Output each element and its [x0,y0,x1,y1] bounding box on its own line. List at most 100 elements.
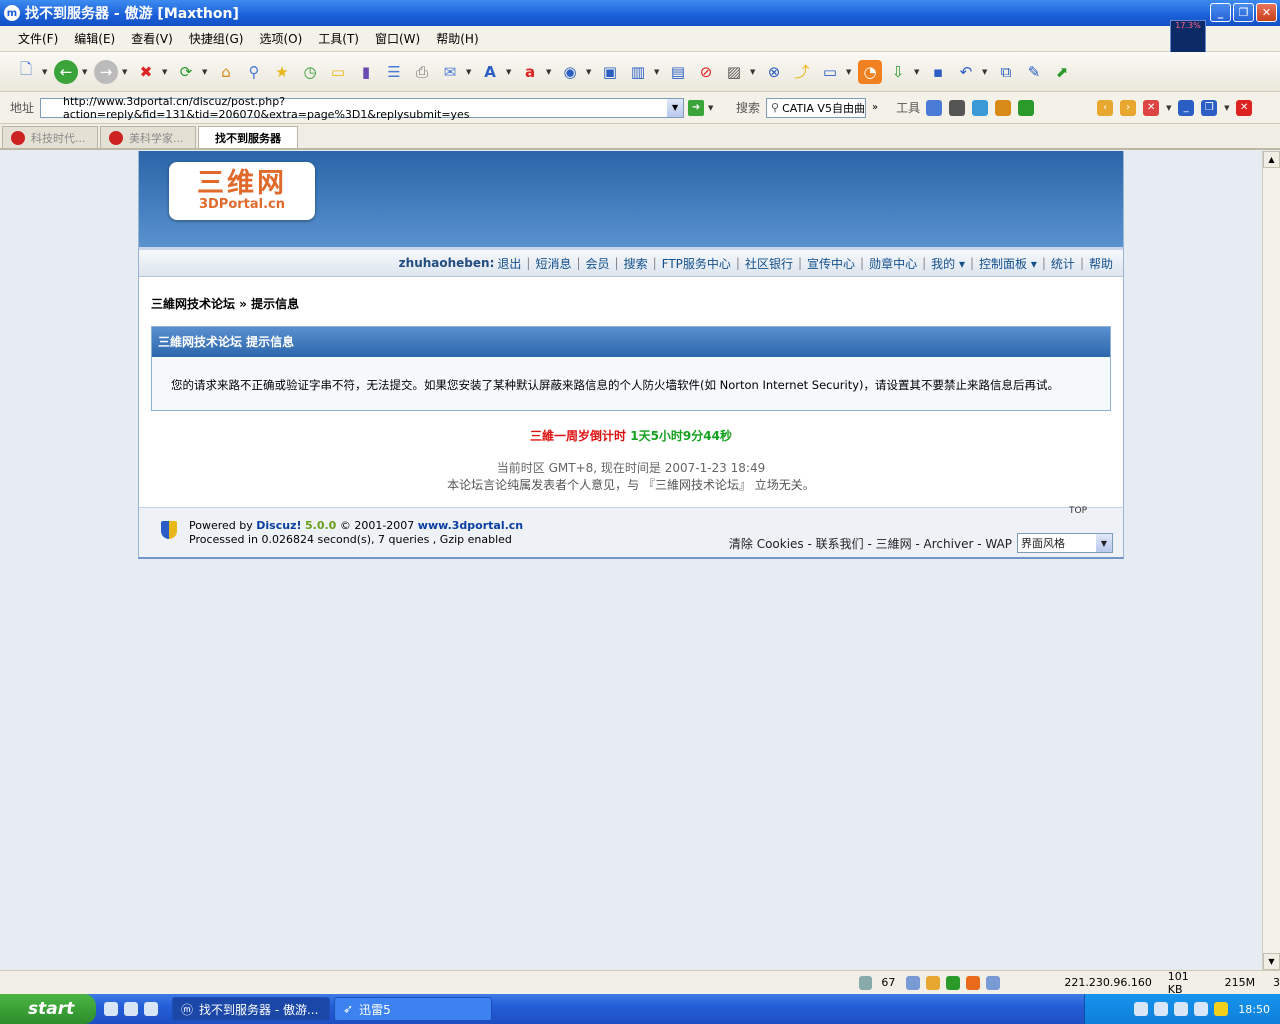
chevron-down-icon[interactable]: ▼ [1166,104,1174,112]
globe-icon[interactable]: ◉ [558,60,582,84]
site-link[interactable]: www.3dportal.cn [418,519,523,532]
copy-icon[interactable]: ⧉ [994,60,1018,84]
prev-tab-icon[interactable]: ‹ [1097,99,1114,116]
maxthon-app-icon[interactable]: m [4,5,20,21]
chevron-down-icon[interactable]: ▼ [506,68,514,76]
edit-icon[interactable]: ✎ [1022,60,1046,84]
menu-window[interactable]: 窗口(W) [367,30,428,47]
menu-file[interactable]: 文件(F) [10,30,66,47]
chevron-down-icon[interactable]: ▼ [122,68,130,76]
nav-members[interactable]: 会员 [586,255,610,272]
new-page-icon[interactable]: 🗋 [14,60,38,84]
chevron-down-icon[interactable]: ▼ [750,68,758,76]
chevron-down-icon[interactable]: ▼ [546,68,554,76]
popup-block-icon[interactable] [926,975,941,990]
volume-icon[interactable] [1194,1002,1209,1016]
nav-control-panel[interactable]: 控制面板 ▾ [979,255,1037,272]
nav-promo[interactable]: 宣传中心 [807,255,855,272]
search-input[interactable]: ⚲ CATIA V5自由曲 [766,97,867,118]
nav-logout[interactable]: 退出 [497,255,521,272]
start-button[interactable]: start [0,994,96,1024]
rss-icon[interactable]: ◔ [858,59,882,84]
menu-groups[interactable]: 快捷组(G) [181,30,252,47]
forward-icon[interactable]: → [94,59,118,84]
home-icon[interactable]: ⌂ [214,60,238,84]
scroll-down-arrow[interactable]: ▼ [1263,953,1280,970]
menu-options[interactable]: 选项(O) [251,30,310,47]
chevron-down-icon[interactable]: ▼ [466,68,474,76]
back-icon[interactable]: ← [54,59,78,84]
nav-stats[interactable]: 统计 [1051,255,1075,272]
minimize-tab-icon[interactable]: _ [1178,99,1195,116]
ie-icon[interactable] [104,1002,118,1016]
settings-icon[interactable] [985,975,1000,990]
font-icon[interactable]: A [478,60,502,84]
form-icon[interactable]: ▭ [818,60,842,84]
chevron-down-icon[interactable]: ▼ [82,68,90,76]
camera-icon[interactable]: ▨ [722,60,746,84]
book-icon[interactable]: ▮ [354,60,378,84]
refresh-icon[interactable]: ⟳ [174,60,198,84]
nav-ftp[interactable]: FTP服务中心 [662,255,731,272]
tool-recycle-icon[interactable] [1018,99,1035,116]
favorites-icon[interactable]: ★ [270,60,294,84]
chevron-down-icon[interactable]: ▼ [982,68,990,76]
folder-icon[interactable]: ▭ [326,60,350,84]
nav-medals[interactable]: 勋章中心 [869,255,917,272]
minimize-button[interactable]: _ [1210,3,1231,22]
stop-icon[interactable]: ✖ [134,60,158,84]
task-thunder[interactable]: ➶ 迅雷5 [334,997,492,1021]
top-link[interactable]: TOP [1069,506,1087,516]
menu-help[interactable]: 帮助(H) [428,30,486,47]
close-tab-icon[interactable]: ✕ [1143,99,1160,116]
globe-block-icon[interactable]: ⊗ [762,60,786,84]
tool-paint-icon[interactable] [995,99,1012,116]
open-folder-icon[interactable]: ⤴ [790,60,814,84]
more-icon[interactable]: » [872,102,878,113]
warning-icon[interactable] [1214,1002,1229,1016]
tab-server-not-found[interactable]: 找不到服务器 [198,126,298,148]
nav-help[interactable]: 帮助 [1089,255,1113,272]
close-all-icon[interactable]: ✕ [1236,99,1253,116]
footer-links-text[interactable]: 清除 Cookies - 联系我们 - 三維网 - Archiver - WAP [729,535,1012,552]
site-logo[interactable]: 三维网 3DPortal.cn [169,162,315,220]
translate-icon[interactable]: a [518,60,542,84]
trash-icon[interactable] [858,975,873,990]
search-icon[interactable]: ⚲ [242,60,266,84]
chevron-down-icon[interactable]: ▼ [667,98,684,117]
style-select[interactable]: 界面风格 ▼ [1017,533,1113,553]
chevron-down-icon[interactable]: ▼ [846,68,854,76]
columns-icon[interactable]: ▥ [626,60,650,84]
chevron-down-icon[interactable]: ▼ [162,68,170,76]
next-tab-icon[interactable]: › [1120,99,1137,116]
username[interactable]: zhuhaoheben: [399,256,495,270]
go-button[interactable]: ➜ [688,99,705,116]
download-icon[interactable]: ⇩ [886,60,910,84]
task-maxthon[interactable]: ⓜ 找不到服务器 - 傲游... [172,997,330,1021]
url-input[interactable]: http://www.3dportal.cn/discuz/post.php?a… [40,95,685,121]
menu-tools[interactable]: 工具(T) [310,30,367,47]
tray-icon[interactable] [1154,1002,1169,1016]
discuz-link[interactable]: Discuz! [256,519,301,532]
chevron-down-icon[interactable]: ▼ [708,104,716,112]
refresh-status-icon[interactable] [906,975,921,990]
chevron-down-icon[interactable]: ▼ [202,68,210,76]
mail-icon[interactable]: ✉ [438,60,462,84]
chevron-down-icon[interactable]: ▼ [586,68,594,76]
chevron-down-icon[interactable]: ▼ [654,68,662,76]
nav-bank[interactable]: 社区银行 [745,255,793,272]
scroll-up-arrow[interactable]: ▲ [1263,151,1280,168]
chevron-down-icon[interactable]: ▼ [1096,534,1112,552]
vertical-scrollbar[interactable]: ▲ ▼ [1262,151,1280,970]
restore-tab-icon[interactable]: ❐ [1201,99,1218,116]
network-icon[interactable] [1174,1002,1189,1016]
tool-note-icon[interactable] [972,99,989,116]
menu-view[interactable]: 查看(V) [123,30,181,47]
thunder-quick-icon[interactable] [144,1002,158,1016]
tool-window-icon[interactable] [949,99,966,116]
plugin-icon[interactable] [966,975,980,990]
ad-filter-icon[interactable] [946,975,961,990]
nav-search[interactable]: 搜索 [624,255,648,272]
chevron-down-icon[interactable]: ▼ [1224,104,1232,112]
nav-mine[interactable]: 我的 ▾ [931,255,965,272]
